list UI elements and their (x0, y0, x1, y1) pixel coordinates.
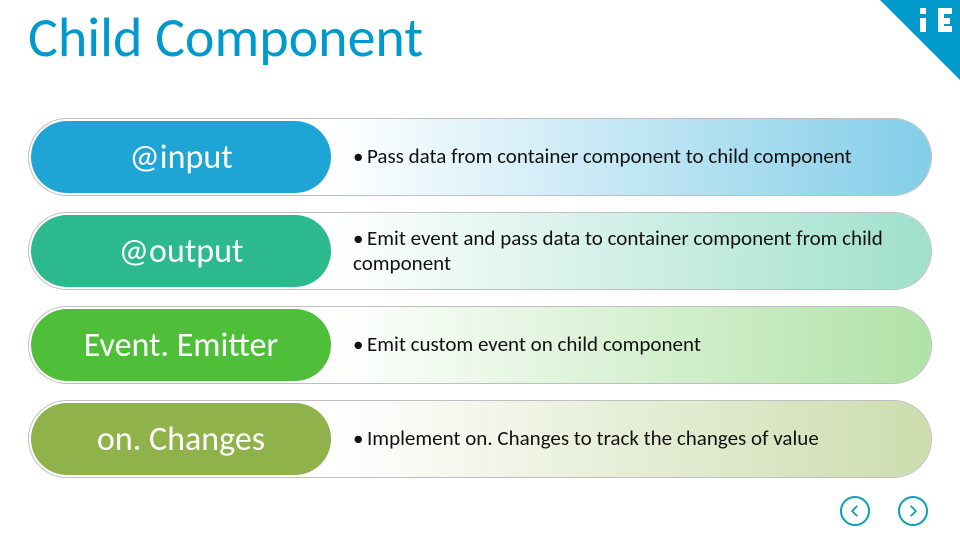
page-title: Child Component (28, 4, 423, 72)
concept-list: @input •Pass data from container compone… (28, 118, 932, 494)
desc-inner: Emit custom event on child component (367, 331, 701, 357)
list-item: Event. Emitter •Emit custom event on chi… (28, 306, 932, 384)
desc-inner: Pass data from container component to ch… (367, 143, 852, 169)
slide-nav (840, 496, 928, 526)
pill-label-eventemitter: Event. Emitter (31, 309, 331, 381)
desc-inner: Emit event and pass data to container co… (353, 225, 883, 276)
list-item: on. Changes •Implement on. Changes to tr… (28, 400, 932, 478)
next-button[interactable] (898, 496, 928, 526)
list-item: @output •Emit event and pass data to con… (28, 212, 932, 290)
desc-wrap: •Implement on. Changes to track the chan… (333, 401, 931, 477)
desc-wrap: •Emit event and pass data to container c… (333, 213, 931, 289)
pill-label-input: @input (31, 121, 331, 193)
prev-button[interactable] (840, 496, 870, 526)
arrow-left-icon (848, 504, 862, 518)
arrow-right-icon (906, 504, 920, 518)
desc-text: •Pass data from container component to c… (353, 144, 852, 169)
desc-text: •Emit event and pass data to container c… (353, 226, 907, 276)
brand-corner (850, 0, 960, 110)
desc-text: •Emit custom event on child component (353, 332, 701, 357)
desc-text: •Implement on. Changes to track the chan… (353, 426, 819, 451)
list-item: @input •Pass data from container compone… (28, 118, 932, 196)
pill-label-output: @output (31, 215, 331, 287)
desc-inner: Implement on. Changes to track the chang… (367, 425, 819, 451)
pill-label-onchanges: on. Changes (31, 403, 331, 475)
desc-wrap: •Emit custom event on child component (333, 307, 931, 383)
desc-wrap: •Pass data from container component to c… (333, 119, 931, 195)
